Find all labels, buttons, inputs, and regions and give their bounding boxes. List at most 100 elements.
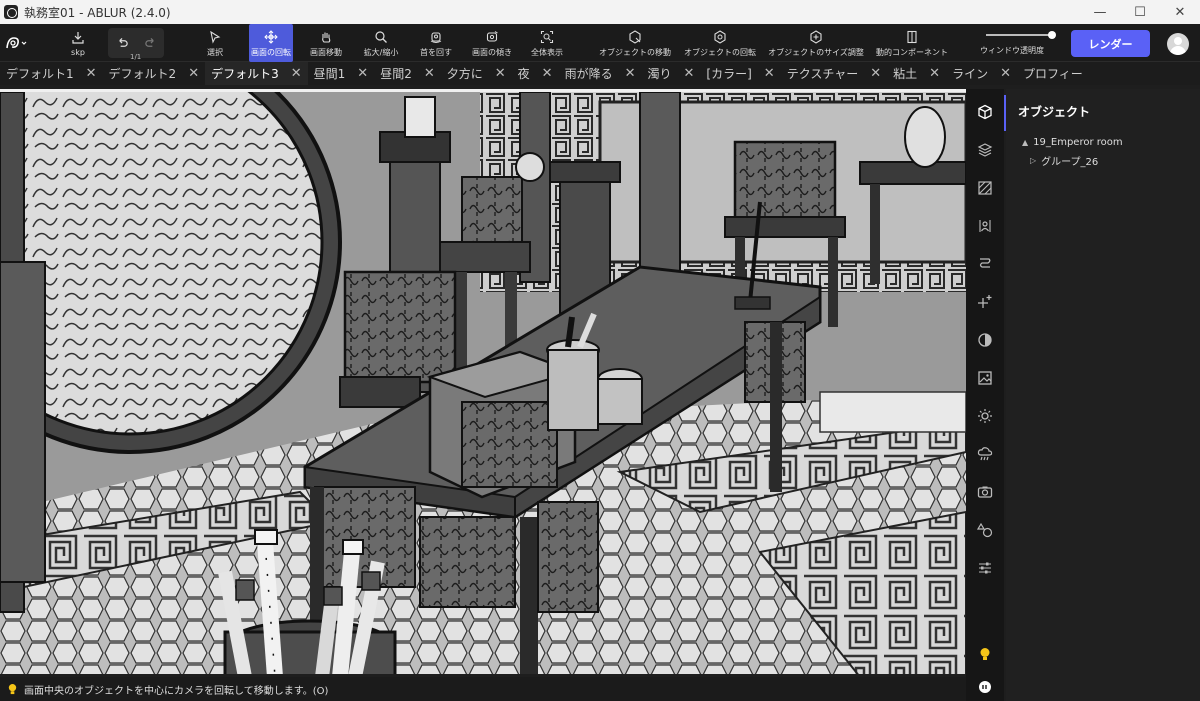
minimize-button[interactable]: — bbox=[1080, 0, 1120, 24]
import-skp-label: skp bbox=[71, 48, 85, 57]
opacity-slider-handle[interactable] bbox=[1048, 31, 1056, 39]
tab-item[interactable]: 昼間1 ✕ bbox=[308, 62, 375, 85]
tree-item-label: 19_Emperor room bbox=[1033, 137, 1123, 148]
caret-down-icon[interactable]: ▲ bbox=[1022, 138, 1028, 147]
app-menu-button[interactable] bbox=[4, 32, 34, 54]
tab-item[interactable]: 昼間2 ✕ bbox=[374, 62, 441, 85]
tool-object-scale[interactable]: オブジェクトのサイズ調整 bbox=[768, 24, 864, 62]
tool-object-move-label: オブジェクトの移動 bbox=[599, 48, 671, 57]
tab-close-icon[interactable]: ✕ bbox=[291, 66, 302, 81]
cube-icon[interactable] bbox=[975, 102, 995, 122]
tab-close-icon[interactable]: ✕ bbox=[357, 66, 368, 81]
tab-label: デフォルト3 bbox=[211, 67, 279, 81]
tab-item[interactable]: ライン ✕ bbox=[946, 62, 1017, 85]
tool-pan[interactable]: 画面移動 bbox=[308, 24, 344, 62]
tab-item[interactable]: 夜 ✕ bbox=[512, 62, 559, 85]
tab-close-icon[interactable]: ✕ bbox=[542, 66, 553, 81]
tab-label: 昼間1 bbox=[313, 67, 346, 81]
tool-fit[interactable]: 全体表示 bbox=[530, 24, 564, 62]
tab-item[interactable]: プロフィー bbox=[1017, 62, 1089, 85]
object-scale-icon bbox=[810, 30, 822, 44]
chat-icon[interactable] bbox=[975, 677, 995, 697]
head-turn-icon bbox=[430, 32, 442, 43]
tool-lookaround[interactable]: 首を回す bbox=[419, 24, 453, 62]
user-avatar[interactable] bbox=[1167, 33, 1189, 55]
render-button[interactable]: レンダー bbox=[1071, 30, 1150, 57]
hatch-icon[interactable] bbox=[975, 178, 995, 198]
tab-label: 夕方に bbox=[446, 67, 483, 81]
tab-close-icon[interactable]: ✕ bbox=[684, 66, 695, 81]
redo-button[interactable] bbox=[136, 37, 164, 50]
tab-close-icon[interactable]: ✕ bbox=[86, 66, 97, 81]
tab-close-icon[interactable]: ✕ bbox=[188, 66, 199, 81]
tool-select[interactable]: 選択 bbox=[200, 24, 230, 62]
tool-zoom[interactable]: 拡大/縮小 bbox=[362, 24, 400, 62]
image-icon[interactable] bbox=[975, 368, 995, 388]
tab-label: 昼間2 bbox=[380, 67, 412, 81]
idea-bulb-icon[interactable] bbox=[975, 644, 995, 664]
shapes-icon[interactable] bbox=[975, 520, 995, 540]
opacity-label: ウィンドウ透明度 bbox=[980, 46, 1044, 55]
undo-icon bbox=[118, 37, 128, 47]
tool-pan-label: 画面移動 bbox=[310, 48, 342, 57]
tree-item-root[interactable]: ▲ 19_Emperor room bbox=[1022, 137, 1123, 148]
tab-item[interactable]: 雨が降る ✕ bbox=[559, 62, 642, 85]
tab-item-active[interactable]: デフォルト3 ✕ bbox=[205, 62, 308, 85]
import-skp-button[interactable]: skp bbox=[64, 24, 92, 62]
orbit-icon bbox=[264, 30, 278, 44]
tool-tilt[interactable]: 画面の傾き bbox=[470, 24, 514, 62]
style-tab-bar: デフォルト1 ✕ デフォルト2 ✕ デフォルト3 ✕ 昼間1 ✕ 昼間2 ✕ 夕方に ✕ 夜… bbox=[0, 62, 1200, 85]
tab-close-icon[interactable]: ✕ bbox=[495, 66, 506, 81]
object-panel: オブジェクト ▲ 19_Emperor room ▷ グループ_26 bbox=[1006, 89, 1200, 701]
magnifier-icon bbox=[375, 31, 387, 43]
tool-object-rotate[interactable]: オブジェクトの回転 bbox=[683, 24, 757, 62]
person-icon[interactable] bbox=[975, 216, 995, 236]
path-icon[interactable] bbox=[975, 254, 995, 274]
tab-label: 濁り bbox=[647, 67, 672, 81]
tab-close-icon[interactable]: ✕ bbox=[870, 66, 881, 81]
tab-item[interactable]: 粘土 ✕ bbox=[887, 62, 946, 85]
undo-button[interactable] bbox=[108, 37, 136, 50]
window-opacity-control: ウィンドウ透明度 bbox=[980, 27, 1056, 59]
tab-item[interactable]: デフォルト2 ✕ bbox=[103, 62, 206, 85]
camera-icon[interactable] bbox=[975, 482, 995, 502]
rain-icon[interactable] bbox=[975, 444, 995, 464]
tool-object-move[interactable]: オブジェクトの移動 bbox=[598, 24, 672, 62]
tab-close-icon[interactable]: ✕ bbox=[1000, 66, 1011, 81]
app-window: 執務室01 - ABLUR (2.4.0) — ☐ ✕ skp 1/1 選択 画… bbox=[0, 0, 1200, 701]
tool-object-rotate-label: オブジェクトの回転 bbox=[684, 48, 756, 57]
tab-label: プロフィー bbox=[1022, 67, 1083, 81]
tab-close-icon[interactable]: ✕ bbox=[424, 66, 435, 81]
3d-viewport[interactable] bbox=[0, 89, 966, 674]
contrast-icon[interactable] bbox=[975, 330, 995, 350]
tab-item[interactable]: 濁り ✕ bbox=[642, 62, 701, 85]
sun-icon[interactable] bbox=[975, 406, 995, 426]
tool-lookaround-label: 首を回す bbox=[420, 48, 452, 57]
ablur-logo-icon bbox=[6, 37, 27, 49]
tab-close-icon[interactable]: ✕ bbox=[929, 66, 940, 81]
sliders-icon[interactable] bbox=[975, 558, 995, 578]
tool-rotate[interactable]: 画面の回転 bbox=[249, 24, 293, 62]
maximize-button[interactable]: ☐ bbox=[1120, 0, 1160, 24]
tilt-icon bbox=[486, 31, 498, 42]
download-tray-icon bbox=[71, 29, 85, 47]
tab-item[interactable]: テクスチャー ✕ bbox=[781, 62, 887, 85]
tool-rotate-label: 画面の回転 bbox=[251, 48, 291, 57]
app-logo-icon bbox=[4, 5, 18, 19]
close-window-button[interactable]: ✕ bbox=[1160, 0, 1200, 24]
tab-label: 粘土 bbox=[893, 67, 918, 81]
sparkle-icon[interactable] bbox=[975, 292, 995, 312]
tool-dynamic-component[interactable]: 動的コンポーネント bbox=[874, 24, 950, 62]
tab-item[interactable]: デフォルト1 ✕ bbox=[0, 62, 103, 85]
cursor-icon bbox=[210, 30, 221, 44]
layers-icon[interactable] bbox=[975, 140, 995, 160]
tab-close-icon[interactable]: ✕ bbox=[625, 66, 636, 81]
tab-close-icon[interactable]: ✕ bbox=[764, 66, 775, 81]
tab-item[interactable]: [カラー] ✕ bbox=[700, 62, 780, 85]
tree-item-group[interactable]: ▷ グループ_26 bbox=[1030, 153, 1098, 168]
window-title: 執務室01 - ABLUR (2.4.0) bbox=[24, 5, 171, 20]
opacity-slider-track[interactable] bbox=[986, 34, 1052, 36]
caret-right-icon[interactable]: ▷ bbox=[1030, 156, 1036, 165]
tab-item[interactable]: 夕方に ✕ bbox=[441, 62, 512, 85]
redo-icon bbox=[144, 37, 154, 47]
